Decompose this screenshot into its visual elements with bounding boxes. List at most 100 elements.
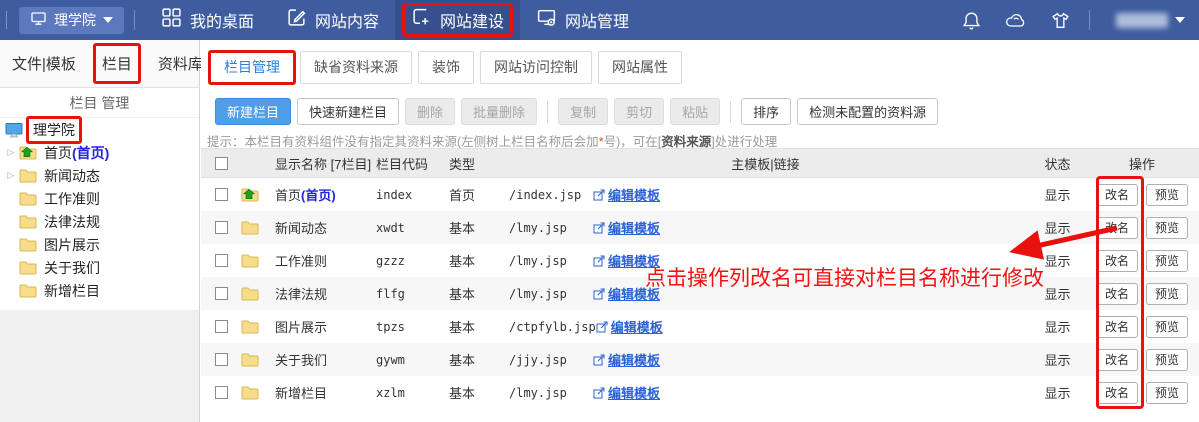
row-checkbox[interactable] (215, 353, 228, 366)
menu-item-site-build[interactable]: 网站建设 (395, 0, 520, 40)
tree-item-label: 新增栏目 (44, 281, 100, 301)
menu-item-desktop[interactable]: 我的桌面 (145, 0, 270, 40)
caret-down-icon (1175, 17, 1185, 23)
column-name: 新增栏目 (275, 386, 327, 401)
row-checkbox[interactable] (215, 386, 228, 399)
sidebar-tab-library[interactable]: 资料库 (158, 53, 203, 74)
delete-button[interactable]: 删除 (405, 98, 455, 125)
rename-button[interactable]: 改名 (1096, 217, 1138, 239)
top-menu: 我的桌面 网站内容 网站建设 (145, 0, 645, 40)
expand-arrow-icon[interactable]: ▷ (3, 147, 19, 158)
quick-new-column-button[interactable]: 快速新建栏目 (297, 98, 399, 125)
preview-button[interactable]: 预览 (1146, 217, 1188, 239)
menu-item-site-content[interactable]: 网站内容 (270, 0, 395, 40)
tab-decoration[interactable]: 装饰 (418, 51, 474, 84)
column-type: 基本 (444, 251, 501, 270)
tree-item-new-column[interactable]: 新增栏目 (0, 279, 199, 302)
preview-button[interactable]: 预览 (1146, 382, 1188, 404)
tab-site-properties[interactable]: 网站属性 (598, 51, 682, 84)
batch-delete-button[interactable]: 批量删除 (461, 98, 537, 125)
tree-item-about[interactable]: 关于我们 (0, 256, 199, 279)
column-code: flfg (376, 287, 444, 301)
sidebar-tab-files-templates[interactable]: 文件|模板 (12, 53, 76, 74)
sidebar-tab-bar: 文件|模板 栏目 资料库 (0, 40, 200, 88)
cloud-icon[interactable] (1004, 10, 1028, 31)
site-switcher-button[interactable]: 理学院 (19, 7, 124, 34)
expand-arrow-icon[interactable]: ▷ (3, 170, 19, 181)
tree-item-label: 法律法规 (44, 212, 100, 232)
edit-template-link[interactable]: 编辑模板 (608, 350, 660, 369)
row-checkbox[interactable] (215, 287, 228, 300)
column-name: 新闻动态 (275, 221, 327, 236)
column-code: xzlm (376, 386, 444, 400)
rename-button[interactable]: 改名 (1096, 349, 1138, 371)
preview-button[interactable]: 预览 (1146, 349, 1188, 371)
user-menu[interactable] (1116, 13, 1185, 28)
edit-page-icon (286, 7, 307, 33)
preview-button[interactable]: 预览 (1146, 283, 1188, 305)
row-checkbox[interactable] (215, 188, 228, 201)
tree-item-gallery[interactable]: 图片展示 (0, 233, 199, 256)
column-tree-panel: 栏目 管理 理学院 ▷ 首页(首页) (0, 88, 199, 310)
select-all-checkbox[interactable] (215, 157, 228, 170)
tab-column-management[interactable]: 栏目管理 (210, 51, 294, 84)
main-tab-bar: 栏目管理 缺省资料来源 装饰 网站访问控制 网站属性 (201, 40, 1199, 88)
tab-default-data-source[interactable]: 缺省资料来源 (300, 51, 412, 84)
tree-item-news[interactable]: ▷ 新闻动态 (0, 164, 199, 187)
shirt-icon[interactable] (1050, 10, 1071, 31)
column-name-suffix: (首页) (301, 188, 336, 203)
check-unconfigured-source-button[interactable]: 检测未配置的资料源 (797, 98, 938, 125)
site-build-icon (411, 7, 432, 33)
column-name: 首页 (275, 188, 301, 203)
folder-icon (241, 319, 269, 334)
folder-icon (19, 237, 39, 252)
copy-button[interactable]: 复制 (558, 98, 608, 125)
row-checkbox[interactable] (215, 221, 228, 234)
cut-button[interactable]: 剪切 (614, 98, 664, 125)
header-status: 状态 (1030, 154, 1085, 173)
external-link-icon (593, 387, 605, 399)
sidebar-tab-columns[interactable]: 栏目 (102, 53, 132, 74)
tree-item-laws[interactable]: 法律法规 (0, 210, 199, 233)
preview-button[interactable]: 预览 (1146, 250, 1188, 272)
paste-button[interactable]: 粘贴 (670, 98, 720, 125)
rename-button[interactable]: 改名 (1096, 283, 1138, 305)
row-checkbox[interactable] (215, 320, 228, 333)
edit-template-link[interactable]: 编辑模板 (608, 218, 660, 237)
header-action: 操作 (1085, 154, 1199, 173)
row-checkbox[interactable] (215, 254, 228, 267)
header-type: 类型 (444, 154, 501, 173)
column-type: 首页 (444, 185, 501, 204)
preview-button[interactable]: 预览 (1146, 184, 1188, 206)
monitor-icon (5, 122, 25, 138)
bell-icon[interactable] (961, 10, 982, 31)
sort-button[interactable]: 排序 (741, 98, 791, 125)
rename-button[interactable]: 改名 (1096, 184, 1138, 206)
menu-item-site-manage[interactable]: 网站管理 (520, 0, 645, 40)
header-column-code: 栏目代码 (376, 154, 444, 173)
table-row: 图片展示 tpzs 基本 /ctpfylb.jsp编辑模板 显示 改名预览 (201, 310, 1199, 343)
template-path: /ctpfylb.jsp (509, 320, 596, 334)
folder-icon (19, 191, 39, 206)
rename-button[interactable]: 改名 (1096, 316, 1138, 338)
tree-item-label: 新闻动态 (44, 166, 100, 186)
hint-text: 提示：本栏目有资料组件没有指定其资料来源(左侧树上栏目名称后会加*号)，可在[资… (201, 128, 1199, 148)
edit-template-link[interactable]: 编辑模板 (608, 383, 660, 402)
new-column-button[interactable]: 新建栏目 (215, 98, 291, 125)
edit-template-link[interactable]: 编辑模板 (611, 317, 663, 336)
rename-button[interactable]: 改名 (1096, 250, 1138, 272)
monitor-icon (30, 10, 47, 30)
rename-button[interactable]: 改名 (1096, 382, 1138, 404)
tree-item-home[interactable]: ▷ 首页(首页) (0, 141, 199, 164)
preview-button[interactable]: 预览 (1146, 316, 1188, 338)
caret-down-icon (103, 17, 113, 23)
annotation-text: 点击操作列改名可直接对栏目名称进行修改 (645, 262, 1044, 292)
tree-item-rules[interactable]: 工作准则 (0, 187, 199, 210)
external-link-icon (596, 321, 608, 333)
column-code: tpzs (376, 320, 444, 334)
tab-access-control[interactable]: 网站访问控制 (480, 51, 592, 84)
edit-template-link[interactable]: 编辑模板 (608, 185, 660, 204)
status-value: 显示 (1030, 317, 1085, 336)
tree-root-site[interactable]: 理学院 (0, 118, 199, 141)
table-row: 关于我们 gywm 基本 /jjy.jsp编辑模板 显示 改名预览 (201, 343, 1199, 376)
